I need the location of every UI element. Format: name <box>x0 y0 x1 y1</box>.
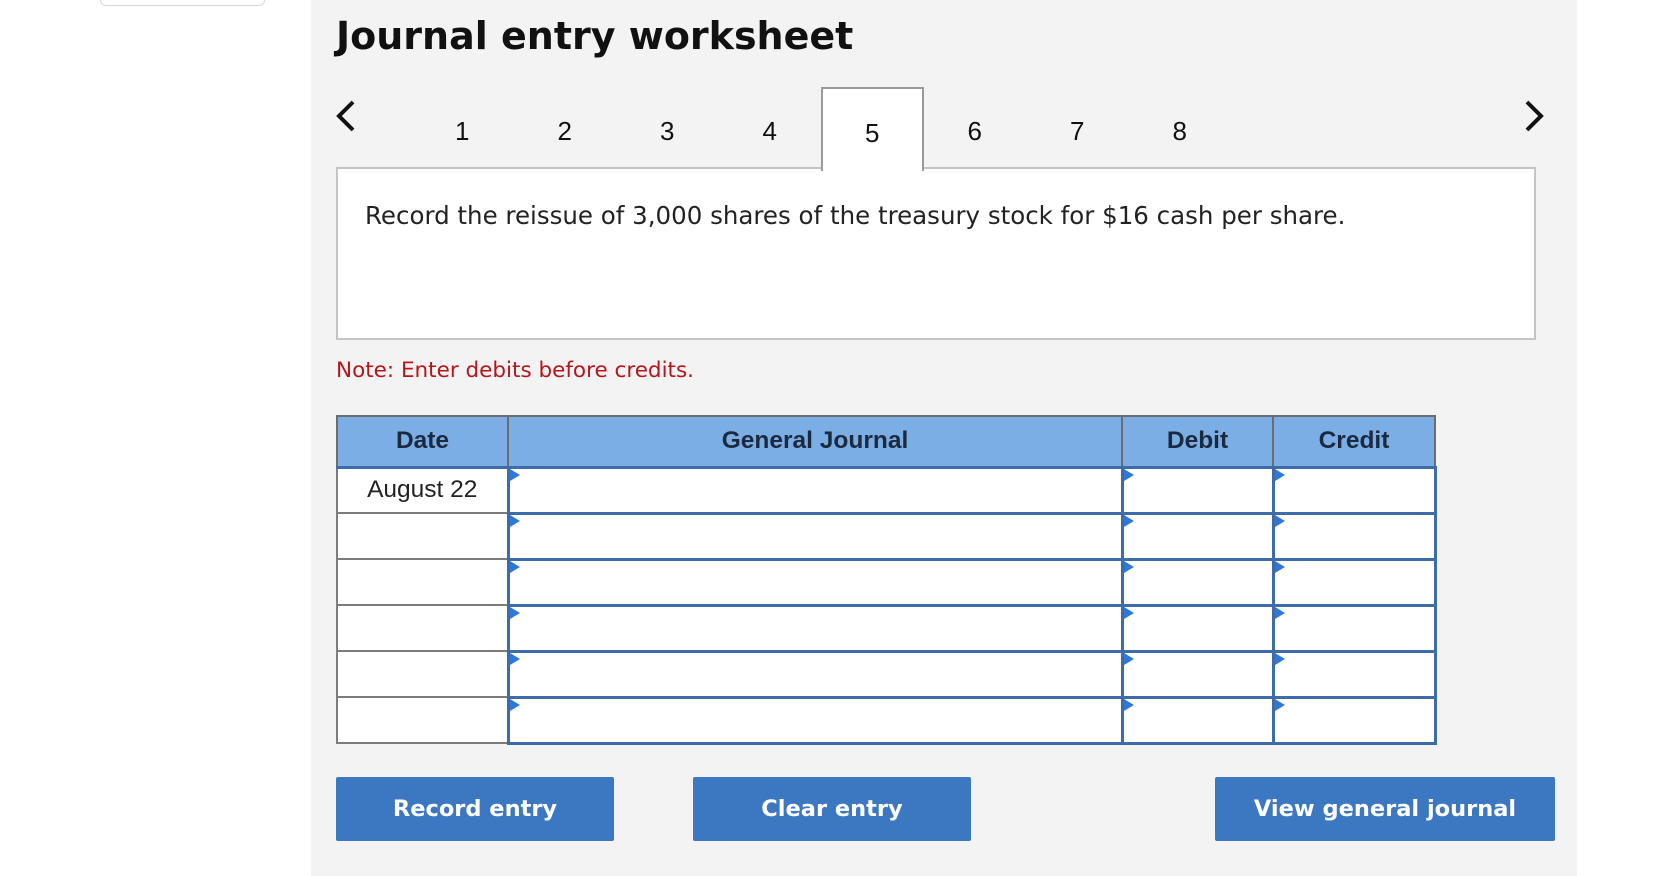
record-entry-button[interactable]: Record entry <box>336 777 614 841</box>
tab-7[interactable]: 7 <box>1026 87 1129 169</box>
debit-input[interactable] <box>1120 557 1275 607</box>
table-row <box>336 649 1437 699</box>
debit-input[interactable] <box>1120 465 1275 515</box>
worksheet-panel: Journal entry worksheet 1 2 3 4 5 6 7 8 … <box>311 0 1577 876</box>
chevron-left-icon[interactable] <box>331 96 361 136</box>
page-title: Journal entry worksheet <box>336 14 854 58</box>
account-select[interactable] <box>506 649 1124 699</box>
date-cell <box>336 604 509 652</box>
account-select[interactable] <box>506 603 1124 653</box>
tab-4[interactable]: 4 <box>719 87 822 169</box>
tab-1[interactable]: 1 <box>411 87 514 169</box>
account-select[interactable] <box>506 465 1124 515</box>
tab-5[interactable]: 5 <box>821 87 924 171</box>
prompt-box: Record the reissue of 3,000 shares of th… <box>336 167 1536 340</box>
tab-3[interactable]: 3 <box>616 87 719 169</box>
credit-input[interactable] <box>1271 465 1437 515</box>
entry-tabs: 1 2 3 4 5 6 7 8 <box>411 87 1232 171</box>
table-row <box>336 557 1437 607</box>
tab-6[interactable]: 6 <box>924 87 1027 169</box>
view-general-journal-button[interactable]: View general journal <box>1215 777 1555 841</box>
debit-input[interactable] <box>1120 603 1275 653</box>
journal-table: Date General Journal Debit Credit August… <box>336 415 1437 745</box>
date-cell: August 22 <box>336 466 509 514</box>
date-cell <box>336 696 509 744</box>
note-text: Note: Enter debits before credits. <box>336 358 695 383</box>
debit-input[interactable] <box>1120 649 1275 699</box>
debit-input[interactable] <box>1120 695 1275 745</box>
table-row <box>336 603 1437 653</box>
table-row: August 22 <box>336 465 1437 515</box>
table-row <box>336 695 1437 745</box>
account-select[interactable] <box>506 695 1124 745</box>
background-tab <box>100 0 265 6</box>
chevron-right-icon[interactable] <box>1519 96 1549 136</box>
account-select[interactable] <box>506 557 1124 607</box>
table-row <box>336 511 1437 561</box>
debit-header: Debit <box>1121 415 1274 469</box>
date-cell <box>336 558 509 606</box>
credit-input[interactable] <box>1271 695 1437 745</box>
credit-input[interactable] <box>1271 557 1437 607</box>
date-cell <box>336 512 509 560</box>
credit-input[interactable] <box>1271 511 1437 561</box>
account-select[interactable] <box>506 511 1124 561</box>
tab-8[interactable]: 8 <box>1129 87 1232 169</box>
tab-2[interactable]: 2 <box>514 87 617 169</box>
prompt-text: Record the reissue of 3,000 shares of th… <box>365 201 1346 230</box>
date-cell <box>336 650 509 698</box>
debit-input[interactable] <box>1120 511 1275 561</box>
credit-input[interactable] <box>1271 603 1437 653</box>
clear-entry-button[interactable]: Clear entry <box>693 777 971 841</box>
date-header: Date <box>336 415 509 469</box>
journal-header-row: Date General Journal Debit Credit <box>336 415 1436 469</box>
credit-input[interactable] <box>1271 649 1437 699</box>
credit-header: Credit <box>1272 415 1436 469</box>
general-journal-header: General Journal <box>507 415 1123 469</box>
